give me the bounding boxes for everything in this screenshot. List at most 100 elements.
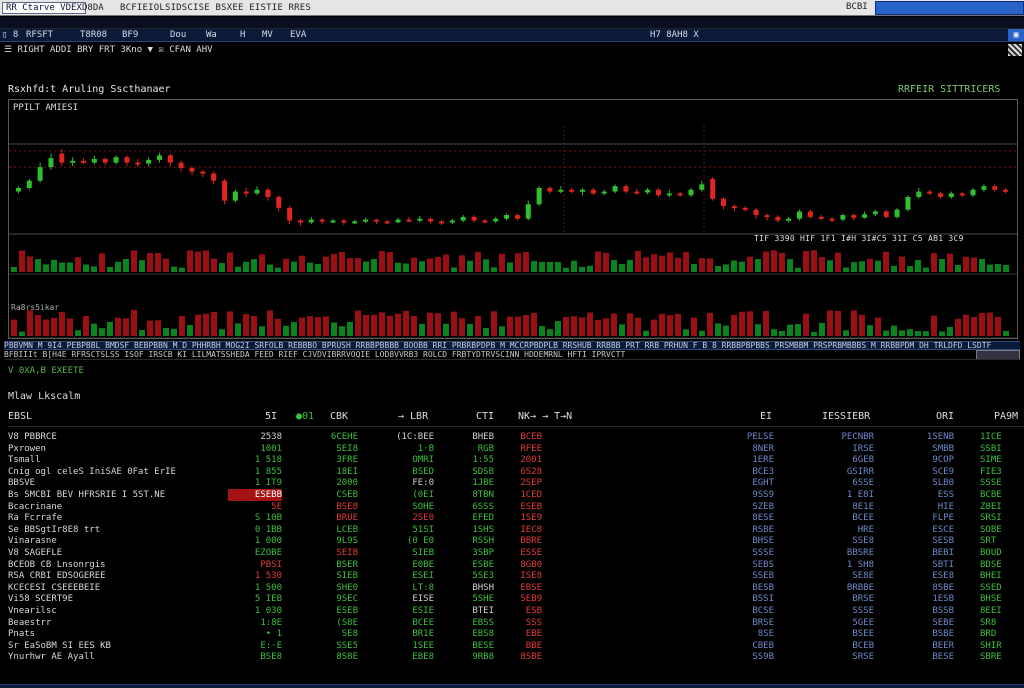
toolbar-item-6[interactable]: H xyxy=(240,30,245,41)
toolbar-corner-button[interactable]: ▣ xyxy=(1008,29,1024,41)
volume-bar xyxy=(363,261,369,272)
row-cell-6: 1ERE xyxy=(752,455,774,466)
volume-bar xyxy=(859,314,865,336)
volume-bar xyxy=(363,315,369,336)
candle-body xyxy=(883,211,889,217)
row-symbol: Ynurhwr AE Ayall xyxy=(8,652,95,663)
row-cell-1: 1 518 xyxy=(254,455,282,466)
chart-info-bar: PBBVMN M 9I4 PEBPBBL BMDSF BEBPBBN M D P… xyxy=(4,341,1020,350)
col-header-8[interactable]: IESSIEBR xyxy=(822,411,870,422)
candle-body xyxy=(623,186,629,192)
volume-bar xyxy=(555,261,561,272)
col-header-symbol[interactable]: EBSL xyxy=(8,411,32,422)
table-row[interactable]: KCECESI CSEEEBEIE 1 500 SHE0 LT:8 BHSH EBSE BE… xyxy=(0,582,1024,594)
table-row[interactable]: Se BBSgtIr8E8 trt 0 1BB LCEB 51SI 1SHS IEC8 RS… xyxy=(0,524,1024,536)
table-row[interactable]: Beaestrr 1:8E (S8E BCEE EBSS SSS BRSE 5GEE SEBE S… xyxy=(0,617,1024,629)
price-chart-panel[interactable]: PPILT AMIESI TIF 3390 HIF 1F1 I#H 3I#C5 … xyxy=(8,99,1018,339)
candle-body xyxy=(319,219,325,222)
toolbar-item-7[interactable]: MV xyxy=(262,30,273,41)
table-row[interactable]: Sr EaSoBM SI EES KB E:·E SSE5 1SEE BESE BBE CB… xyxy=(0,640,1024,652)
col-header-10[interactable]: PA9M xyxy=(994,411,1018,422)
row-cell-2: 9SEC xyxy=(336,594,358,605)
candle-body xyxy=(1003,189,1009,192)
feed-link[interactable]: V 0XA,B EXEETE xyxy=(8,366,84,376)
toolbar-item-4[interactable]: Dou xyxy=(170,30,186,41)
volume-bar xyxy=(251,315,257,336)
table-row[interactable]: Pxrowen 1001 SEI8 1·B RGB RFEE 8NER IRSE SMBB SSB… xyxy=(0,443,1024,455)
col-header-4[interactable]: → LBR xyxy=(398,411,428,422)
volume-bar xyxy=(107,266,113,272)
volume-bar xyxy=(91,266,97,272)
volume-bar xyxy=(267,264,273,272)
table-row[interactable]: Vinarasne 1 000 9L9S (0 E0 RSSH BBRE BHSE SSE8 S… xyxy=(0,535,1024,547)
toolbar-item-2[interactable]: T8R08 xyxy=(80,30,107,41)
status-toggle[interactable] xyxy=(976,350,1020,359)
row-cell-6: BSSI xyxy=(752,594,774,605)
col-header-1[interactable]: 5I xyxy=(265,411,277,422)
window-controls[interactable] xyxy=(875,1,1024,15)
col-header-2[interactable]: ●01 xyxy=(296,411,314,422)
candle-body xyxy=(59,153,65,163)
table-row[interactable]: Tsmall 1 518 3FRE OMRI 1:55 2001 1ERE 6GEB 9COP S… xyxy=(0,454,1024,466)
volume-bar xyxy=(411,257,417,272)
col-header-5[interactable]: CTI xyxy=(476,411,494,422)
toolbar-item-5[interactable]: Wa xyxy=(206,30,217,41)
volume-bar xyxy=(115,261,121,272)
table-row[interactable]: Ra Fcrrafe S 10B BRUE 2SE0 EFED 1SE9 8ESE BCEE F… xyxy=(0,512,1024,524)
col-header-3[interactable]: CBK xyxy=(330,411,348,422)
row-cell-6: BCSE xyxy=(752,606,774,616)
volume-bar xyxy=(531,312,537,336)
col-header-9[interactable]: ORI xyxy=(936,411,954,422)
toolbar-item-0[interactable]: ▯ 8 xyxy=(2,30,18,41)
volume-bar xyxy=(603,318,609,336)
volume-bar xyxy=(107,321,113,336)
toolbar-item-3[interactable]: BF9 xyxy=(122,30,138,41)
candle-body xyxy=(493,218,499,222)
volume-bar xyxy=(419,261,425,272)
col-header-7[interactable]: EI xyxy=(760,411,772,422)
toolbar-item-8[interactable]: EVA xyxy=(290,30,306,41)
volume-bar xyxy=(459,255,465,272)
symbol-bar-text[interactable]: ☰ RIGHT ADDI BRY FRT 3Kno ▼ ☒ CFAN AHV xyxy=(4,44,213,56)
table-row[interactable]: Bcacrinane 5E BSE8 SOHE 6SSS ESEB SZEB 8E1E HIE Z… xyxy=(0,501,1024,513)
candle-body xyxy=(276,197,282,208)
volume-bar xyxy=(435,257,441,272)
row-cell-4: 6SSS xyxy=(472,501,494,512)
table-row[interactable]: V8 SAGEFLE EZOBE SEIB SIEB 3SBP ESSE SSSE BBSRE… xyxy=(0,547,1024,559)
table-row[interactable]: Vnearilsc 1 030 ESEB ESIE BTEI ESB BCSE SSSE BSS… xyxy=(0,605,1024,617)
table-row[interactable]: BBSVE 1 IT9 2000 FE:0 1JBE 2SEP EGHT 6SSE SLB0 SS… xyxy=(0,477,1024,489)
toolbar-item-1[interactable]: RFSFT xyxy=(26,30,53,41)
volume-bar xyxy=(427,312,433,336)
volume-bar xyxy=(507,316,513,336)
volume-bar xyxy=(643,330,649,336)
table-row[interactable]: Bs SMCBI BEV HFRSRIE I 5ST.NE ESEBB CSEB (0… xyxy=(0,489,1024,501)
candle-body xyxy=(384,221,390,224)
table-row[interactable]: Vi58 SCERT9E 5 IEB 9SEC EISE 5SHE SEB9 BSSI BRS… xyxy=(0,593,1024,605)
table-row[interactable]: V8 PBBRCE 2538 6CEHE (1C:BEE BHEB BCEB PELSE PE… xyxy=(0,431,1024,443)
volume-bar xyxy=(699,258,705,272)
table-row[interactable]: BCEOB CB Lnsonrgis PBSI BSER E0BE ESBE 8GB0 SE… xyxy=(0,559,1024,571)
toolbar-right-label[interactable]: H7 8AH8 X xyxy=(650,30,699,41)
row-cell-5: EBSE xyxy=(520,582,542,593)
qr-icon[interactable] xyxy=(1008,44,1022,56)
candlestick-chart[interactable] xyxy=(9,100,1017,338)
row-cell-4: BTEI xyxy=(472,606,494,616)
table-row[interactable]: Cnig ogl celeS IniSAE 0Fat ErIE 1 855 18EI… xyxy=(0,466,1024,478)
volume-bar xyxy=(739,261,745,272)
col-header-6[interactable]: NK→ → T→N xyxy=(518,411,572,422)
row-symbol: BBSVE xyxy=(8,478,36,489)
app-tab[interactable]: RR Ctarve VDEX xyxy=(2,2,86,14)
row-cell-1: 1 530 xyxy=(254,571,282,582)
table-row[interactable]: Ynurhwr AE Ayall BSE8 8S8E EBE8 9RB8 8SBE SS9B… xyxy=(0,651,1024,663)
table-row[interactable]: RSA CRBI EDSOGEREE 1 530 SIEB ESEI 5SE3 ISE8 S… xyxy=(0,570,1024,582)
chart-header-right[interactable]: RRFEIR SITTRICERS xyxy=(898,84,1000,95)
row-cell-8: SLB0 xyxy=(932,478,954,489)
volume-bar xyxy=(179,267,185,272)
volume-bar xyxy=(683,251,689,272)
volume-bar xyxy=(171,266,177,272)
table-row[interactable]: Pnats • 1 SE8 BR1E EBS8 EBE 8SE BSEE BSBE BRD xyxy=(0,628,1024,640)
row-cell-2: SEIB xyxy=(336,548,358,558)
volume-bar xyxy=(987,312,993,336)
candle-body xyxy=(395,219,401,223)
volume-bar xyxy=(131,250,137,272)
